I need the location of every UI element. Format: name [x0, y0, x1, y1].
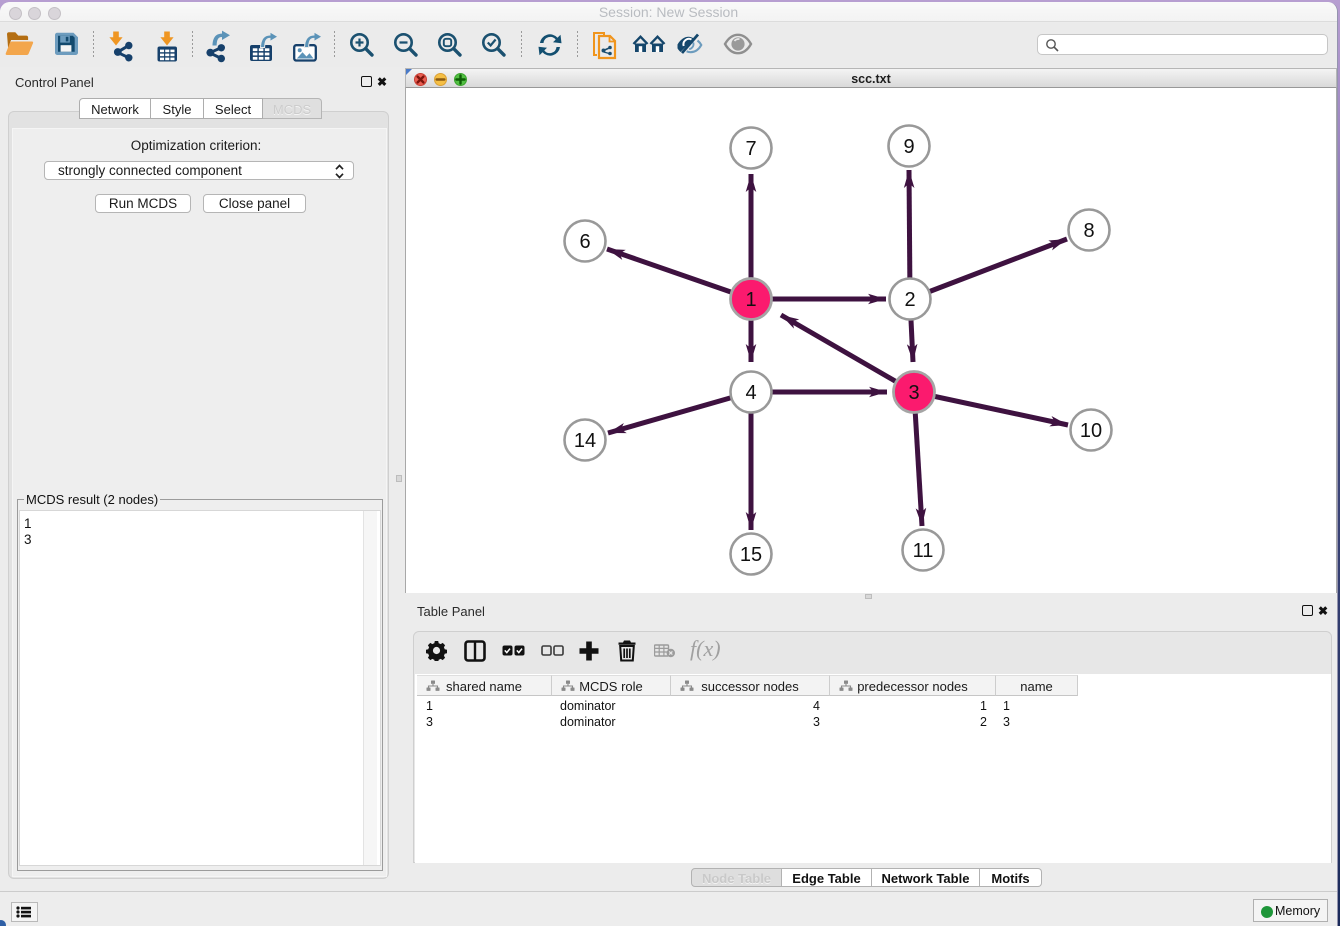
svg-text:9: 9: [903, 136, 914, 158]
svg-text:3: 3: [908, 382, 919, 404]
svg-text:10: 10: [1080, 420, 1102, 442]
svg-text:4: 4: [745, 382, 756, 404]
svg-text:6: 6: [579, 231, 590, 253]
svg-text:2: 2: [904, 289, 915, 311]
svg-text:15: 15: [740, 544, 762, 566]
svg-text:14: 14: [574, 430, 596, 452]
svg-text:7: 7: [745, 138, 756, 160]
svg-text:8: 8: [1083, 220, 1094, 242]
svg-text:1: 1: [745, 289, 756, 311]
svg-text:11: 11: [913, 540, 934, 562]
